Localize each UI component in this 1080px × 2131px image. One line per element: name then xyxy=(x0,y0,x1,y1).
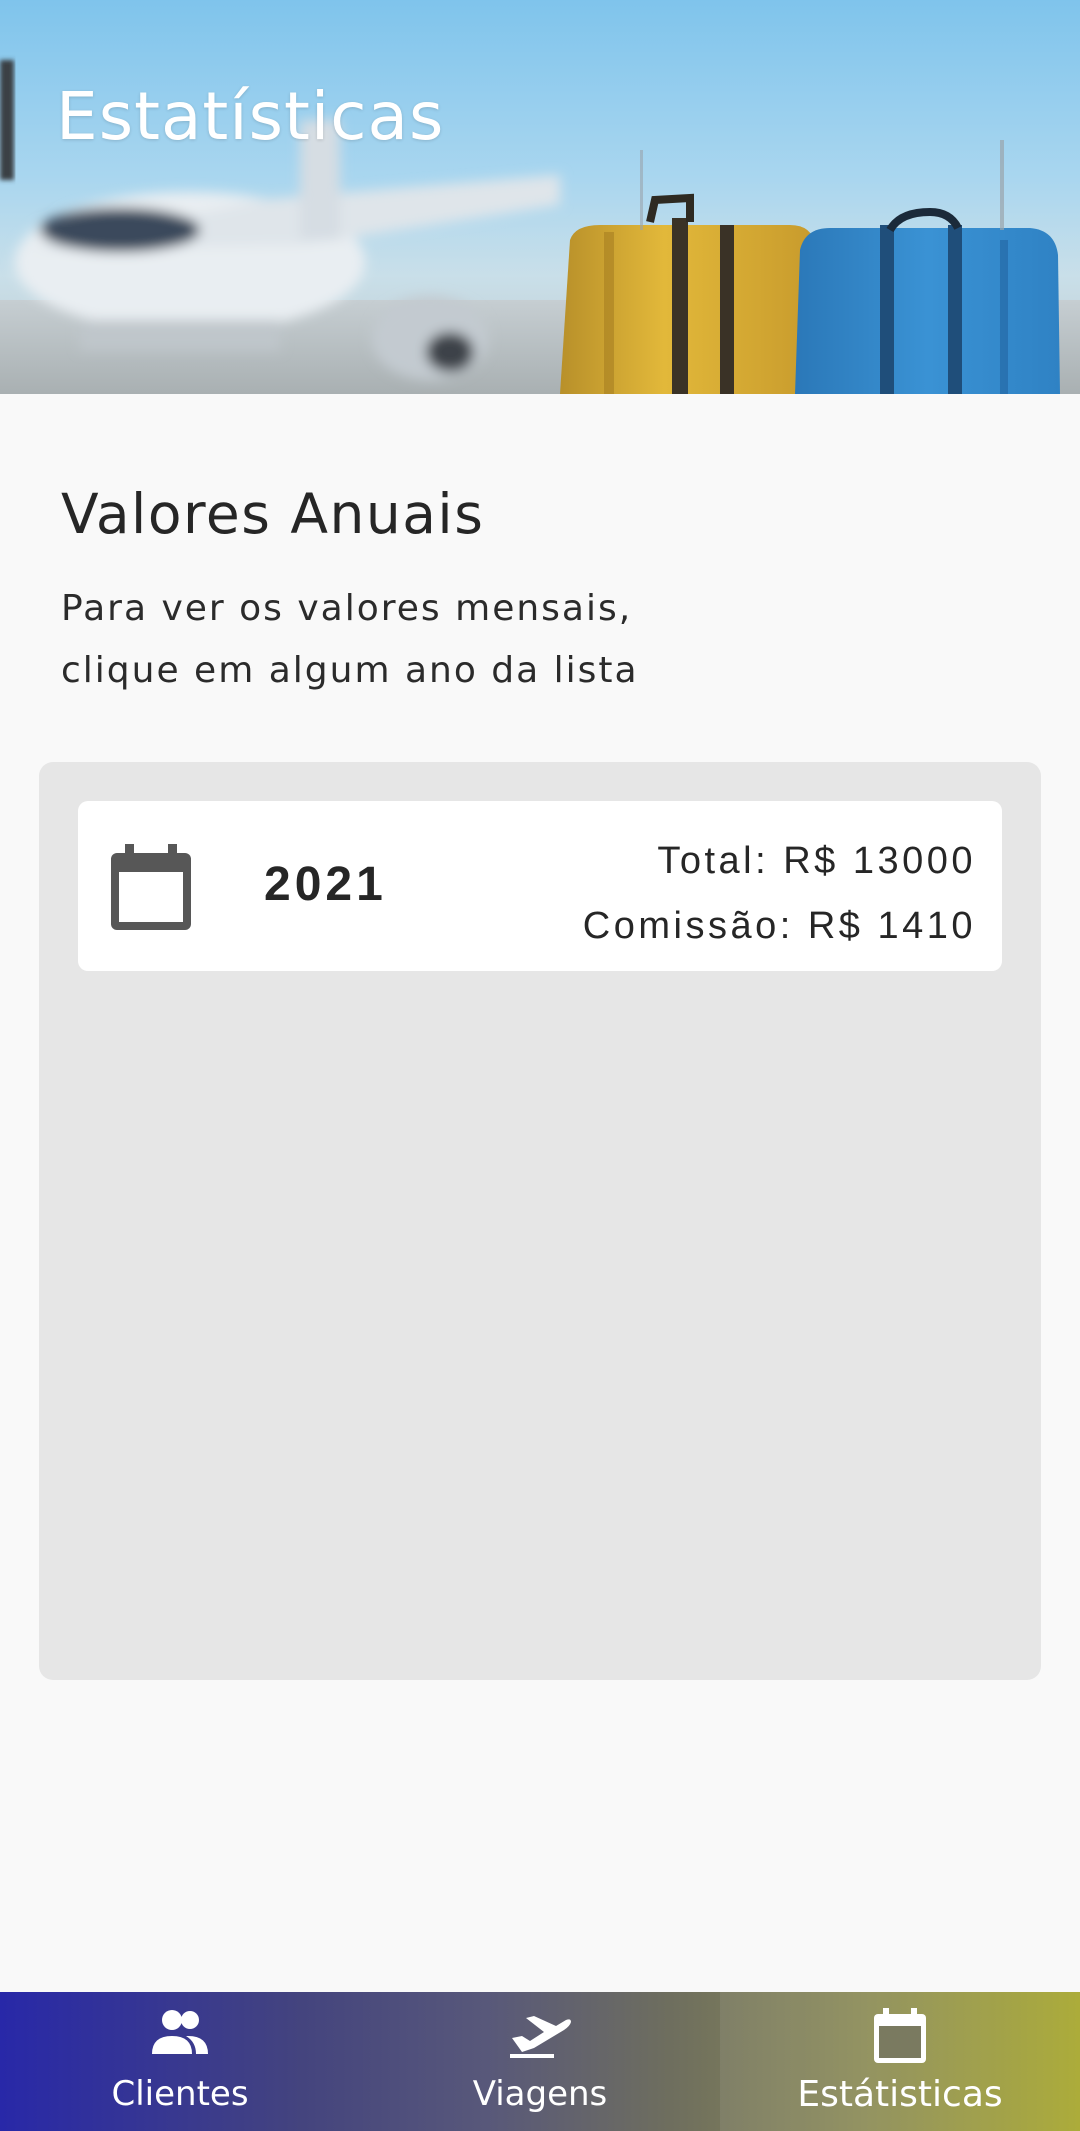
people-icon xyxy=(152,2010,208,2054)
year-values: Total: R$ 13000 Comissão: R$ 1410 xyxy=(583,829,976,959)
description-line: Para ver os valores mensais, xyxy=(61,588,633,629)
nav-label: Viagens xyxy=(472,2074,608,2114)
nav-label: Clientes xyxy=(111,2074,249,2114)
calendar-icon xyxy=(111,844,191,930)
bottom-navigation: Clientes Viagens Estátisticas xyxy=(0,1992,1080,2131)
nav-label: Estátisticas xyxy=(797,2074,1003,2115)
year-label: 2021 xyxy=(264,858,387,911)
nav-item-viagens[interactable]: Viagens xyxy=(360,1992,720,2131)
airplane-icon xyxy=(510,2016,571,2058)
year-commission: Comissão: R$ 1410 xyxy=(582,905,976,947)
nav-item-clientes[interactable]: Clientes xyxy=(0,1992,360,2131)
calendar-icon xyxy=(874,2008,926,2063)
header-banner: Estatísticas xyxy=(0,0,1080,394)
year-list-panel: 2021 Total: R$ 13000 Comissão: R$ 1410 xyxy=(39,762,1041,1680)
year-card-2021[interactable]: 2021 Total: R$ 13000 Comissão: R$ 1410 xyxy=(78,801,1002,971)
nav-item-estatisticas[interactable]: Estátisticas xyxy=(720,1992,1080,2131)
page-title: Estatísticas xyxy=(56,78,445,155)
description-line: clique em algum ano da lista xyxy=(61,650,639,691)
section-description: Para ver os valores mensais, clique em a… xyxy=(61,578,781,702)
section-title: Valores Anuais xyxy=(61,482,485,546)
year-total: Total: R$ 13000 xyxy=(657,840,976,882)
header-background-illustration xyxy=(0,60,1080,394)
